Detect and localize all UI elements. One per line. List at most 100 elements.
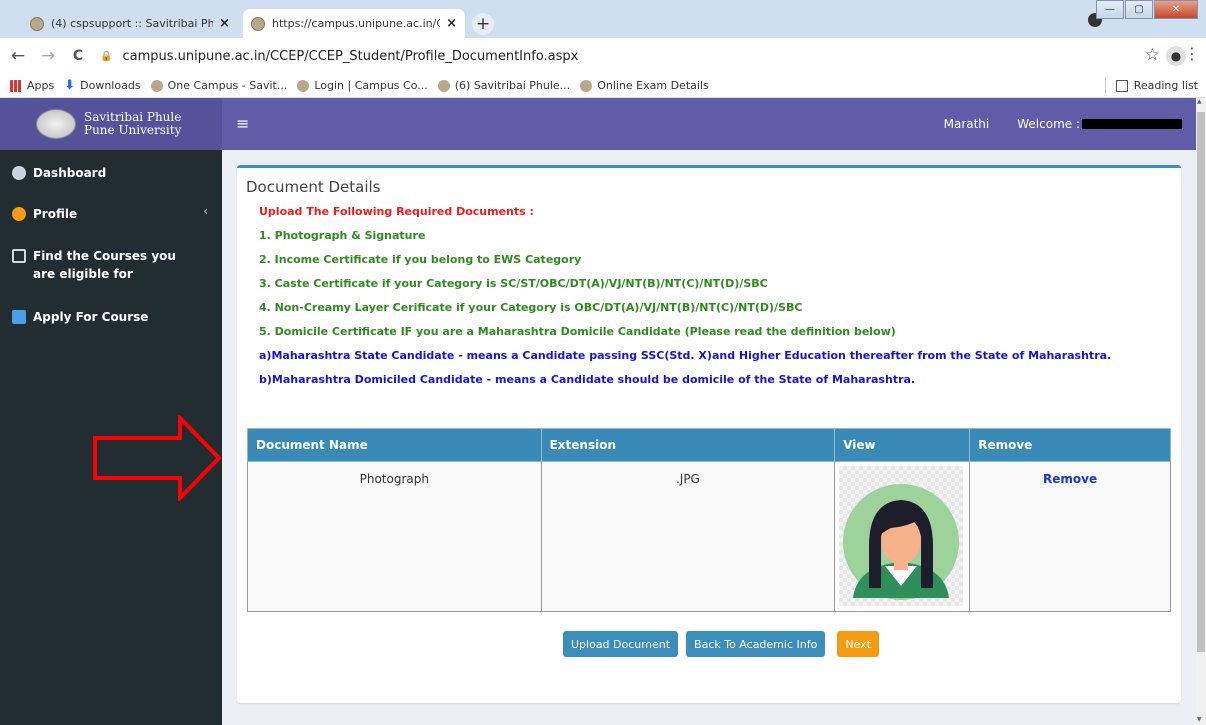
bookmark-online-exam[interactable]: Online Exam Details xyxy=(580,79,709,92)
university-favicon-icon xyxy=(580,79,593,92)
back-icon[interactable]: ← xyxy=(6,46,30,66)
avatar-icon xyxy=(843,484,960,600)
sidebar-item-label: Dashboard xyxy=(33,166,107,180)
bookmark-savitribai[interactable]: (6) Savitribai Phule... xyxy=(437,79,571,92)
sidebar-item-find-courses[interactable]: Find the Courses you are eligible for xyxy=(12,247,202,283)
maximize-button[interactable]: ▢ xyxy=(1125,0,1153,19)
upload-document-button[interactable]: Upload Document xyxy=(563,631,679,657)
browser-tab-cspsupport[interactable]: (4) cspsupport :: Savitribai Phule × xyxy=(22,9,238,38)
bookmark-one-campus[interactable]: One Campus - Savit... xyxy=(150,79,288,92)
back-to-academic-info-button[interactable]: Back To Academic Info xyxy=(686,631,826,657)
lock-icon: 🔒 xyxy=(100,50,113,62)
user-circle-icon xyxy=(12,207,26,221)
remove-link[interactable]: Remove xyxy=(1043,472,1097,486)
upload-heading: Upload The Following Required Documents … xyxy=(259,205,534,218)
university-favicon-icon xyxy=(297,79,310,92)
browser-toolbar: ← → C 🔒 campus.unipune.ac.in/CCEP/CCEP_S… xyxy=(0,38,1206,74)
address-bar[interactable]: 🔒 campus.unipune.ac.in/CCEP/CCEP_Student… xyxy=(100,44,1160,68)
forward-icon[interactable]: → xyxy=(36,46,60,66)
browser-tab-strip: (4) cspsupport :: Savitribai Phule × htt… xyxy=(0,0,1206,38)
bookmark-login-campus[interactable]: Login | Campus Co... xyxy=(297,79,428,92)
bookmark-apps[interactable]: Apps xyxy=(10,79,54,92)
view-cell xyxy=(834,461,971,612)
table-row: Photograph .JPG Remove xyxy=(247,461,1171,612)
browser-tab-campus[interactable]: https://campus.unipune.ac.in/CCI × xyxy=(243,9,465,38)
column-header-extension: Extension xyxy=(540,428,836,462)
reload-icon[interactable]: C xyxy=(66,48,90,64)
dashboard-icon xyxy=(12,166,26,180)
redacted-username xyxy=(1082,119,1182,129)
bookmark-divider xyxy=(1105,78,1106,94)
page-title: Document Details xyxy=(246,178,381,196)
action-buttons: Upload Document Back To Academic Info Ne… xyxy=(563,631,887,657)
column-header-document-name: Document Name xyxy=(247,428,542,462)
bookmarks-bar: Apps ⬇ Downloads One Campus - Savit... L… xyxy=(0,74,1206,98)
tab-title: https://campus.unipune.ac.in/CCI xyxy=(272,17,441,30)
scroll-up-icon[interactable]: ▲ xyxy=(1197,98,1202,105)
bookmark-star-icon[interactable]: ☆ xyxy=(1145,45,1160,65)
close-tab-icon[interactable]: × xyxy=(219,16,230,31)
sidebar-item-apply-course[interactable]: Apply For Course xyxy=(12,308,148,326)
university-emblem-icon xyxy=(36,109,76,139)
sidebar-item-label: Find the Courses you are eligible for xyxy=(33,249,176,281)
edit-icon xyxy=(12,249,26,263)
language-link[interactable]: Marathi xyxy=(944,117,990,131)
url-text: campus.unipune.ac.in/CCEP/CCEP_Student/P… xyxy=(122,48,579,64)
logo-line-2: Pune University xyxy=(84,123,182,137)
window-controls: — ▢ ✕ xyxy=(1095,0,1198,19)
download-icon: ⬇ xyxy=(64,78,76,93)
header-right: Marathi Welcome : xyxy=(944,117,1182,131)
university-favicon-icon xyxy=(251,16,265,31)
table-header-row: Document Name Extension View Remove xyxy=(247,428,1171,462)
red-arrow-icon xyxy=(93,415,222,501)
account-icon[interactable]: ● xyxy=(1166,46,1186,66)
logo[interactable]: Savitribai Phule Pune University xyxy=(0,98,222,150)
logo-text: Savitribai Phule Pune University xyxy=(84,111,181,137)
bookmark-downloads[interactable]: ⬇ Downloads xyxy=(64,78,140,93)
document-name-cell: Photograph xyxy=(247,461,542,612)
sidebar-item-profile[interactable]: Profile xyxy=(12,205,77,223)
bookmark-label: Login | Campus Co... xyxy=(314,79,428,92)
documents-table: Document Name Extension View Remove Phot… xyxy=(247,428,1171,612)
reading-list-button[interactable]: Reading list xyxy=(1115,79,1198,92)
requirement-2: 2. Income Certificate if you belong to E… xyxy=(259,253,582,266)
menu-kebab-icon[interactable]: ⋮ xyxy=(1184,44,1200,63)
column-header-remove: Remove xyxy=(969,428,1171,462)
new-tab-button[interactable]: + xyxy=(472,13,494,35)
definition-a: a)Maharashtra State Candidate - means a … xyxy=(259,349,1112,362)
minimize-button[interactable]: — xyxy=(1096,0,1124,19)
sidebar-item-dashboard[interactable]: Dashboard xyxy=(12,164,106,182)
sidebar-item-label: Profile xyxy=(33,207,78,221)
bookmark-label: (6) Savitribai Phule... xyxy=(454,79,571,92)
requirement-4: 4. Non-Creamy Layer Cerificate if your C… xyxy=(259,301,803,314)
requirement-3: 3. Caste Certificate if your Category is… xyxy=(259,277,768,290)
requirement-1: 1. Photograph & Signature xyxy=(259,229,426,242)
university-favicon-icon xyxy=(437,79,450,92)
bookmark-label: One Campus - Savit... xyxy=(167,79,288,92)
chevron-left-icon[interactable]: ‹ xyxy=(203,204,208,218)
close-tab-icon[interactable]: × xyxy=(446,16,457,31)
vertical-scrollbar[interactable]: ▲ ▼ xyxy=(1196,98,1206,725)
bookmark-label: Online Exam Details xyxy=(597,79,709,92)
photograph-thumbnail[interactable] xyxy=(839,466,964,606)
tab-title: (4) cspsupport :: Savitribai Phule xyxy=(51,17,214,30)
welcome-label: Welcome : xyxy=(1017,117,1080,131)
definition-b: b)Maharashtra Domiciled Candidate - mean… xyxy=(259,373,916,386)
scroll-down-icon[interactable]: ▼ xyxy=(1197,716,1202,723)
column-header-view: View xyxy=(834,428,971,462)
scrollbar-thumb[interactable] xyxy=(1197,112,1205,652)
requirement-5: 5. Domicile Certificate IF you are a Mah… xyxy=(259,325,896,338)
sidebar-item-label: Apply For Course xyxy=(33,310,149,324)
bookmark-label: Downloads xyxy=(80,79,141,92)
university-favicon-icon xyxy=(150,79,163,92)
extension-cell: .JPG xyxy=(540,461,836,612)
university-favicon-icon xyxy=(30,16,44,31)
remove-cell: Remove xyxy=(969,461,1171,612)
menu-toggle-icon[interactable]: ≡ xyxy=(236,114,249,133)
document-details-panel: Document Details Upload The Following Re… xyxy=(237,165,1181,703)
next-button[interactable]: Next xyxy=(837,631,879,657)
apps-grid-icon xyxy=(10,79,22,92)
id-card-icon xyxy=(12,310,26,324)
bookmark-label: Apps xyxy=(27,79,55,92)
close-window-button[interactable]: ✕ xyxy=(1154,0,1198,19)
